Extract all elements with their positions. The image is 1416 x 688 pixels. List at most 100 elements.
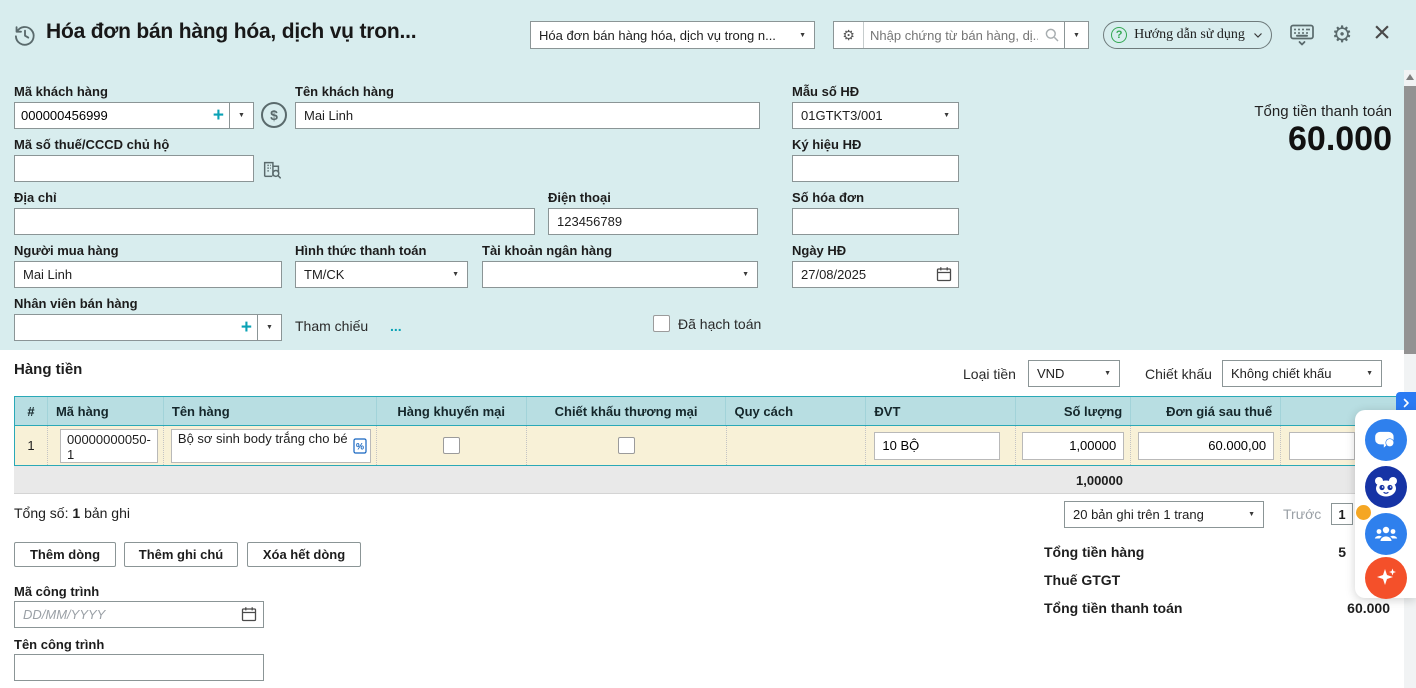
buyer-label: Người mua hàng: [14, 243, 119, 258]
item-name-text: Bộ sơ sinh body trắng cho bé: [178, 431, 348, 446]
record-count-suffix: bản ghi: [84, 505, 130, 521]
document-type-value: Hóa đơn bán hàng hóa, dịch vụ trong n...: [539, 28, 776, 43]
column-header-promo[interactable]: Hàng khuyến mại: [377, 397, 527, 425]
column-header-trade-discount[interactable]: Chiết khấu thương mại: [527, 397, 727, 425]
extra-input[interactable]: [1289, 432, 1355, 460]
search-icon[interactable]: [1044, 27, 1064, 43]
payment-method-label: Hình thức thanh toán: [295, 243, 426, 258]
reference-more-link[interactable]: ...: [390, 318, 402, 334]
sales-employee-field: + ▼: [14, 314, 282, 341]
svg-text:%: %: [356, 441, 364, 451]
settings-gear-icon[interactable]: ⚙: [1330, 21, 1354, 47]
grand-total-value: 60.000: [1288, 120, 1392, 159]
discount-value: Không chiết khấu: [1231, 366, 1331, 381]
history-icon[interactable]: [12, 22, 38, 48]
total-payment-label: Tổng tiền thanh toán: [1044, 600, 1182, 616]
sales-employee-dropdown-button[interactable]: ▼: [257, 315, 281, 340]
scrollbar-thumb[interactable]: [1404, 86, 1416, 354]
tax-code-input[interactable]: [14, 155, 254, 182]
invoice-number-input[interactable]: [792, 208, 959, 235]
debt-dollar-icon[interactable]: $: [261, 102, 287, 128]
keyboard-shortcuts-icon[interactable]: [1288, 22, 1316, 48]
column-header-index[interactable]: #: [15, 397, 48, 425]
search-settings-gear-icon[interactable]: ⚙: [834, 22, 864, 48]
items-section-title: Hàng tiền: [14, 361, 82, 378]
currency-select[interactable]: VND ▼: [1028, 360, 1120, 387]
search-dropdown-button[interactable]: ▼: [1064, 22, 1088, 48]
close-icon[interactable]: ×: [1369, 17, 1395, 49]
vat-label: Thuế GTGT: [1044, 572, 1120, 588]
customer-code-input[interactable]: [15, 108, 208, 123]
column-header-spec[interactable]: Quy cách: [726, 397, 866, 425]
posted-checkbox[interactable]: [653, 315, 670, 332]
chevron-down-icon: ▼: [1360, 370, 1373, 377]
help-button[interactable]: ? Hướng dẫn sử dụng: [1103, 21, 1272, 49]
row-index: 1: [27, 438, 34, 453]
calendar-icon[interactable]: [241, 606, 257, 625]
chat-support-button[interactable]: [1365, 419, 1407, 461]
total-payment-value: 60.000: [1347, 600, 1390, 616]
chevron-down-icon: ▼: [266, 324, 273, 331]
quantity-input[interactable]: [1022, 432, 1124, 460]
column-header-quantity[interactable]: Số lượng: [1016, 397, 1131, 425]
item-name-input[interactable]: Bộ sơ sinh body trắng cho bé %: [171, 429, 371, 463]
scrollbar-up-arrow[interactable]: [1406, 74, 1414, 80]
community-group-button[interactable]: [1365, 513, 1407, 555]
assistant-bot-button[interactable]: [1365, 466, 1407, 508]
project-code-input[interactable]: [14, 601, 264, 628]
unit-input[interactable]: [874, 432, 1000, 460]
discount-select[interactable]: Không chiết khấu ▼: [1222, 360, 1382, 387]
company-lookup-icon[interactable]: [260, 157, 284, 181]
clear-rows-button[interactable]: Xóa hết dòng: [247, 542, 361, 567]
add-note-button[interactable]: Thêm ghi chú: [124, 542, 238, 567]
total-goods-label: Tổng tiền hàng: [1044, 544, 1144, 560]
address-label: Địa chỉ: [14, 190, 57, 205]
chevron-down-icon: ▼: [793, 32, 806, 39]
payment-method-value: TM/CK: [304, 267, 344, 282]
support-fab-panel: [1355, 410, 1416, 598]
prev-page-button[interactable]: Trước: [1283, 506, 1321, 522]
current-page-box[interactable]: 1: [1331, 503, 1353, 525]
invoice-date-field: [792, 261, 959, 288]
promo-checkbox[interactable]: [443, 437, 460, 454]
unit-price-input[interactable]: [1138, 432, 1274, 460]
customer-name-input[interactable]: [295, 102, 760, 129]
document-type-select[interactable]: Hóa đơn bán hàng hóa, dịch vụ trong n...…: [530, 21, 815, 49]
chevron-down-icon: ▼: [1098, 370, 1111, 377]
buyer-input[interactable]: [14, 261, 282, 288]
invoice-symbol-input[interactable]: [792, 155, 959, 182]
project-name-input[interactable]: [14, 654, 264, 681]
record-count-prefix: Tổng số:: [14, 505, 68, 521]
add-row-button[interactable]: Thêm dòng: [14, 542, 116, 567]
search-input[interactable]: [864, 28, 1044, 43]
sales-employee-input[interactable]: [15, 320, 236, 335]
percent-document-icon[interactable]: %: [353, 438, 367, 458]
bank-account-select[interactable]: ▼: [482, 261, 758, 288]
payment-method-select[interactable]: TM/CK ▼: [295, 261, 468, 288]
invoice-template-select[interactable]: 01GTKT3/001 ▼: [792, 102, 959, 129]
customer-code-dropdown-button[interactable]: ▼: [229, 103, 253, 128]
column-header-item-code[interactable]: Mã hàng: [48, 397, 164, 425]
page-title: Hóa đơn bán hàng hóa, dịch vụ tron...: [46, 20, 416, 44]
customer-code-label: Mã khách hàng: [14, 84, 108, 99]
summary-quantity: 1,00000: [1016, 466, 1131, 494]
customer-code-field: + ▼: [14, 102, 254, 129]
chevron-down-icon: ▼: [736, 271, 749, 278]
invoice-date-input[interactable]: [792, 261, 959, 288]
discount-label: Chiết khấu: [1145, 366, 1212, 382]
column-header-unit[interactable]: ĐVT: [866, 397, 1016, 425]
unit-price-cell: [1131, 426, 1281, 465]
column-header-unit-price[interactable]: Đơn giá sau thuế: [1131, 397, 1281, 425]
column-header-item-name[interactable]: Tên hàng: [164, 397, 377, 425]
phone-input[interactable]: [548, 208, 758, 235]
add-customer-icon[interactable]: +: [208, 104, 229, 128]
ai-sparkle-button[interactable]: [1365, 557, 1407, 599]
address-input[interactable]: [14, 208, 535, 235]
add-employee-icon[interactable]: +: [236, 316, 257, 340]
item-code-input[interactable]: 00000000050-1: [60, 429, 158, 463]
calendar-icon[interactable]: [936, 266, 952, 285]
trade-discount-checkbox[interactable]: [618, 437, 635, 454]
bank-account-label: Tài khoản ngân hàng: [482, 243, 612, 258]
promo-cell: [377, 426, 527, 465]
page-size-select[interactable]: 20 bản ghi trên 1 trang ▼: [1064, 501, 1264, 528]
